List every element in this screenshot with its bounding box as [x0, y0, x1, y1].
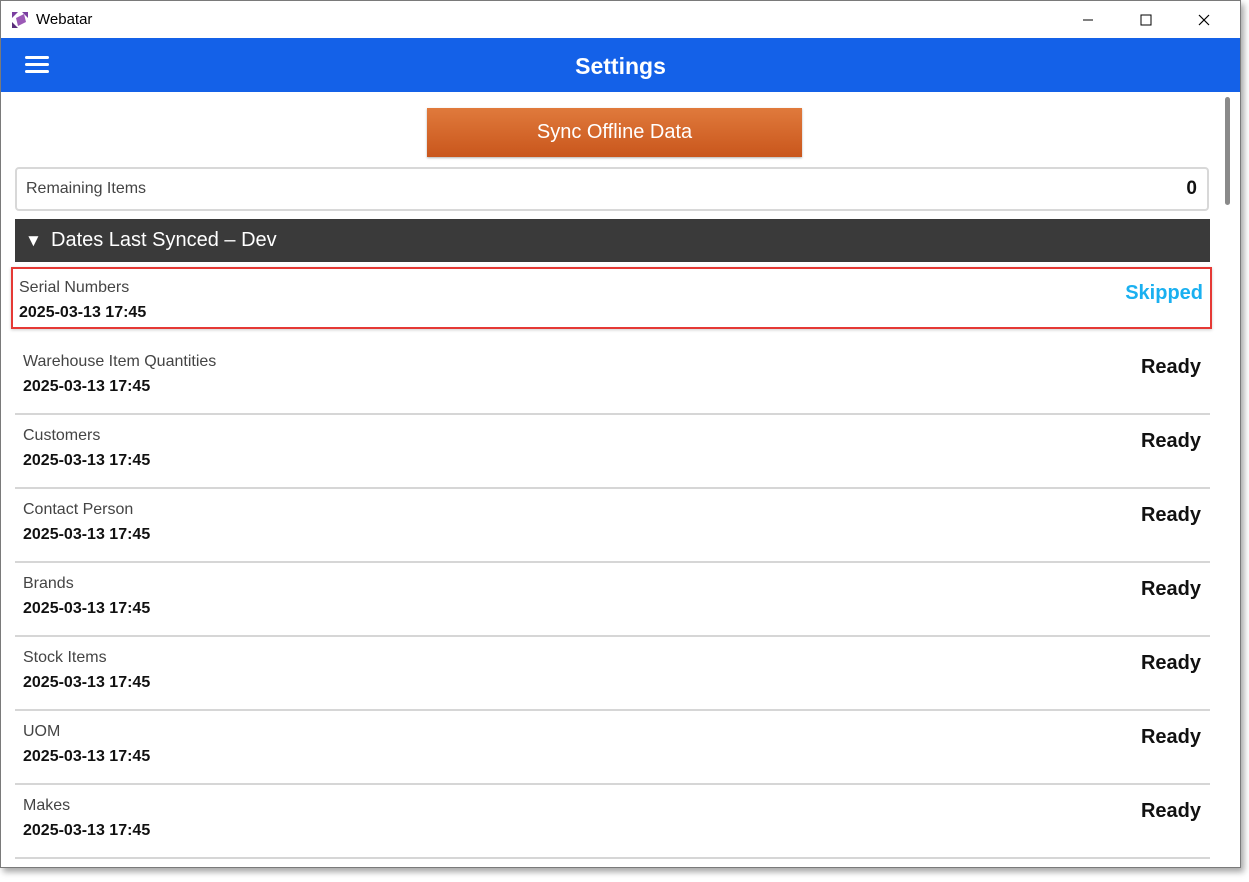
minimize-icon: [1083, 19, 1093, 20]
title-bar: Webatar: [1, 1, 1240, 38]
minimize-button[interactable]: [1059, 1, 1117, 38]
settings-content: Sync Offline Data Remaining Items 0 ▼ Da…: [1, 92, 1223, 867]
sync-item-date: 2025-03-13 17:45: [23, 748, 151, 765]
sync-item-date: 2025-03-13 17:45: [23, 600, 151, 617]
close-button[interactable]: [1175, 1, 1233, 38]
sync-item-date: 2025-03-13 17:45: [23, 674, 151, 691]
sync-item-name: Customers: [23, 427, 101, 444]
status-badge: Ready: [1140, 356, 1201, 378]
remaining-items-field: Remaining Items 0: [15, 167, 1209, 211]
sync-item-name: Brands: [23, 575, 74, 592]
status-badge: Skipped: [1125, 282, 1203, 304]
list-item: Stock Items 2025-03-13 17:45 Ready: [15, 637, 1210, 711]
sync-item-date: 2025-03-13 17:45: [23, 452, 151, 469]
vertical-scrollbar[interactable]: [1225, 97, 1230, 205]
status-badge: Ready: [1140, 726, 1201, 748]
page-title: Settings: [575, 53, 666, 79]
window-title: Webatar: [36, 11, 93, 28]
sync-item-date: 2025-03-13 17:45: [23, 526, 151, 543]
list-item: Brands 2025-03-13 17:45 Ready: [15, 563, 1210, 637]
status-badge: Ready: [1140, 578, 1201, 600]
app-header: Settings: [1, 38, 1240, 92]
app-window: Webatar Settings Sync Offline Data Remai…: [0, 0, 1241, 868]
status-badge: Ready: [1140, 430, 1201, 452]
sync-items-list: Serial Numbers 2025-03-13 17:45 Skipped …: [11, 267, 1212, 859]
section-title: Dates Last Synced – Dev: [51, 229, 277, 251]
sync-item-name: Contact Person: [23, 501, 134, 518]
sync-item-name: Stock Items: [23, 649, 107, 666]
list-item: Contact Person 2025-03-13 17:45 Ready: [15, 489, 1210, 563]
list-item: Warehouse Item Quantities 2025-03-13 17:…: [15, 341, 1210, 415]
sync-item-date: 2025-03-13 17:45: [19, 304, 147, 321]
sync-item-date: 2025-03-13 17:45: [23, 378, 151, 395]
collapse-caret-icon: ▼: [25, 231, 42, 250]
status-badge: Ready: [1140, 800, 1201, 822]
close-icon: [1198, 14, 1210, 25]
status-badge: Ready: [1140, 504, 1201, 526]
sync-item-name: UOM: [23, 723, 61, 740]
list-item: UOM 2025-03-13 17:45 Ready: [15, 711, 1210, 785]
list-item: Makes 2025-03-13 17:45 Ready: [15, 785, 1210, 859]
list-item: Customers 2025-03-13 17:45 Ready: [15, 415, 1210, 489]
webatar-logo-icon: [12, 12, 28, 28]
remaining-items-value: 0: [1186, 178, 1197, 199]
sync-item-name: Makes: [23, 797, 71, 814]
list-item: Serial Numbers 2025-03-13 17:45 Skipped: [11, 267, 1212, 329]
sync-offline-data-button[interactable]: Sync Offline Data: [427, 108, 802, 157]
sync-item-name: Warehouse Item Quantities: [23, 353, 217, 370]
maximize-icon: [1140, 14, 1152, 25]
dates-last-synced-section-header[interactable]: ▼ Dates Last Synced – Dev: [15, 219, 1210, 262]
sync-item-date: 2025-03-13 17:45: [23, 822, 151, 839]
sync-item-name: Serial Numbers: [19, 279, 130, 296]
status-badge: Ready: [1140, 652, 1201, 674]
remaining-items-label: Remaining Items: [26, 180, 147, 197]
maximize-button[interactable]: [1117, 1, 1175, 38]
